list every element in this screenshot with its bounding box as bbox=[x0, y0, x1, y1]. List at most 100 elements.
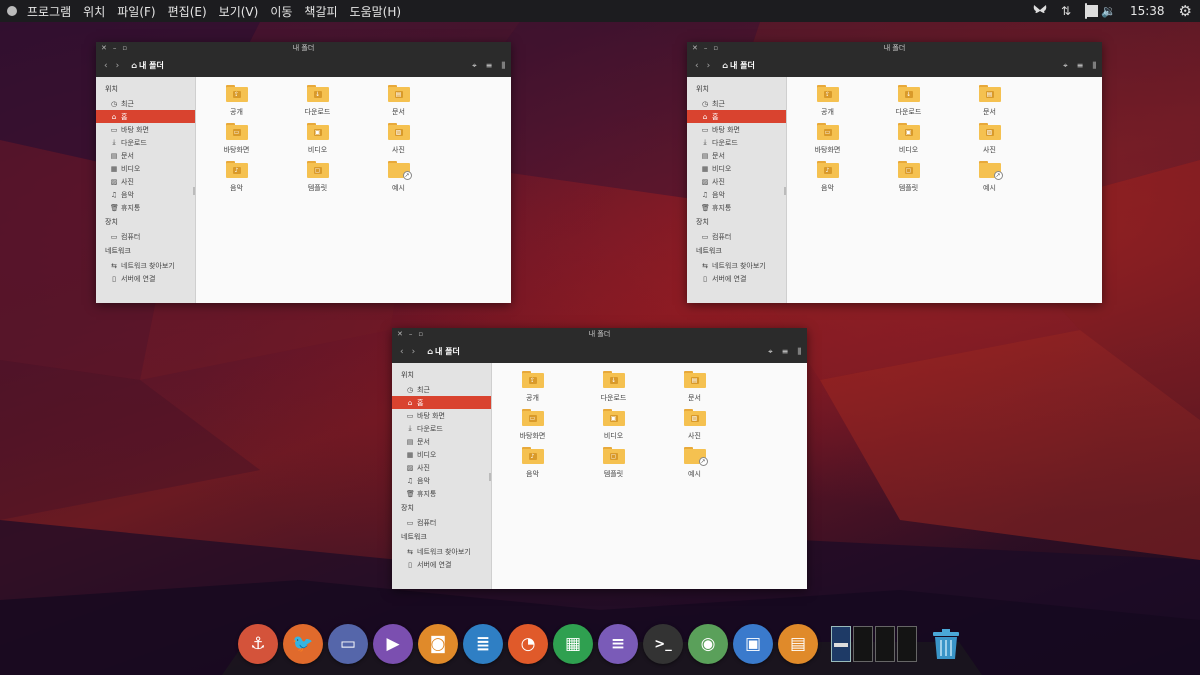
sidebar-item[interactable]: ▭ 바탕 화면 bbox=[687, 123, 786, 136]
breadcrumb[interactable]: ⌂ 내 폴더 bbox=[722, 60, 755, 71]
sidebar-item[interactable]: ◷ 최근 bbox=[96, 97, 195, 110]
folder-item[interactable]: ▭ 바탕화면 bbox=[196, 123, 277, 155]
sidebar-item[interactable]: ▤ 문서 bbox=[687, 149, 786, 162]
location-icon[interactable]: ⌖ bbox=[472, 61, 477, 71]
forward-icon[interactable]: › bbox=[703, 61, 715, 71]
menu-help[interactable]: 도움말(H) bbox=[344, 3, 408, 20]
sidebar-item[interactable]: ⇆ 네트워크 찾아보기 bbox=[96, 259, 195, 272]
folder-item[interactable]: ♪ 음악 bbox=[196, 161, 277, 193]
close-icon[interactable]: ✕ bbox=[101, 44, 107, 52]
folder-item[interactable]: ▣ 비디오 bbox=[573, 409, 654, 441]
location-icon[interactable]: ⌖ bbox=[768, 347, 773, 357]
menu-places[interactable]: 위치 bbox=[77, 3, 111, 20]
sidebar-item[interactable]: 🗑 휴지통 bbox=[392, 487, 491, 500]
workspace-3[interactable] bbox=[875, 626, 895, 662]
maximize-icon[interactable]: ▫ bbox=[418, 330, 423, 338]
folder-item[interactable]: ↓ 다운로드 bbox=[868, 85, 949, 117]
folder-item[interactable]: ▢ 템플릿 bbox=[277, 161, 358, 193]
sidebar-scrollbar[interactable] bbox=[193, 187, 195, 195]
battery-icon[interactable] bbox=[1085, 3, 1099, 19]
network-arrows-icon[interactable]: ⇅ bbox=[1061, 4, 1071, 18]
butterfly-icon[interactable] bbox=[1033, 4, 1047, 19]
volume-icon[interactable]: 🔉 bbox=[1101, 4, 1116, 18]
sidebar-item[interactable]: ▭ 컴퓨터 bbox=[392, 516, 491, 529]
trash-icon[interactable] bbox=[926, 624, 966, 664]
speaker-app-icon[interactable]: ◙ bbox=[418, 624, 458, 664]
document-viewer-icon[interactable]: ≡ bbox=[598, 624, 638, 664]
menu-go[interactable]: 이동 bbox=[264, 3, 298, 20]
sidebar-item[interactable]: 🗑 휴지통 bbox=[96, 201, 195, 214]
back-icon[interactable]: ‹ bbox=[100, 61, 112, 71]
text-editor-icon[interactable]: ≣ bbox=[463, 624, 503, 664]
menu-bookmarks[interactable]: 책갈피 bbox=[298, 3, 343, 20]
folder-item[interactable]: ▤ 문서 bbox=[358, 85, 439, 117]
folder-item[interactable]: ♪ 음악 bbox=[787, 161, 868, 193]
sidebar-item[interactable]: ▭ 컴퓨터 bbox=[96, 230, 195, 243]
sidebar-item[interactable]: ⌂ 홈 bbox=[96, 110, 195, 123]
sidebar-item[interactable]: ⤓ 다운로드 bbox=[96, 136, 195, 149]
folder-item[interactable]: ↗ 예시 bbox=[358, 161, 439, 193]
workspace-4[interactable] bbox=[897, 626, 917, 662]
sidebar-item[interactable]: ▦ 비디오 bbox=[687, 162, 786, 175]
settings-gear-icon[interactable]: ⚙ bbox=[1179, 2, 1192, 20]
minimize-icon[interactable]: – bbox=[409, 330, 413, 338]
folder-item[interactable]: ▨ 사진 bbox=[358, 123, 439, 155]
sidebar-item[interactable]: ⌂ 홈 bbox=[392, 396, 491, 409]
folder-item[interactable]: ⇪ 공개 bbox=[196, 85, 277, 117]
sidebar-item[interactable]: ▤ 문서 bbox=[392, 435, 491, 448]
sidebar-item[interactable]: ▨ 사진 bbox=[392, 461, 491, 474]
sidebar-item[interactable]: ⌂ 홈 bbox=[687, 110, 786, 123]
sidebar-item[interactable]: ⤓ 다운로드 bbox=[392, 422, 491, 435]
sidebar-item[interactable]: ♫ 음악 bbox=[96, 188, 195, 201]
twitter-app-icon[interactable]: 🐦 bbox=[283, 624, 323, 664]
sidebar-item[interactable]: ▯ 서버에 연결 bbox=[392, 558, 491, 571]
anchor-app-icon[interactable]: ⚓ bbox=[238, 624, 278, 664]
close-icon[interactable]: ✕ bbox=[397, 330, 403, 338]
breadcrumb[interactable]: ⌂ 내 폴더 bbox=[427, 346, 460, 357]
workspace-2[interactable] bbox=[853, 626, 873, 662]
folder-item[interactable]: ↗ 예시 bbox=[949, 161, 1030, 193]
maximize-icon[interactable]: ▫ bbox=[122, 44, 127, 52]
sidebar-item[interactable]: ◷ 최근 bbox=[687, 97, 786, 110]
grid-view-icon[interactable]: ⫼ bbox=[797, 347, 801, 357]
folder-item[interactable]: ▨ 사진 bbox=[949, 123, 1030, 155]
folder-item[interactable]: ⇪ 공개 bbox=[787, 85, 868, 117]
sidebar-item[interactable]: ▯ 서버에 연결 bbox=[687, 272, 786, 285]
software-center-icon[interactable]: ▤ bbox=[778, 624, 818, 664]
grid-view-icon[interactable]: ⫼ bbox=[1092, 61, 1096, 71]
back-icon[interactable]: ‹ bbox=[396, 347, 408, 357]
back-icon[interactable]: ‹ bbox=[691, 61, 703, 71]
folder-item[interactable]: ▣ 비디오 bbox=[277, 123, 358, 155]
folder-item[interactable]: ↓ 다운로드 bbox=[277, 85, 358, 117]
folder-item[interactable]: ▭ 바탕화면 bbox=[787, 123, 868, 155]
sidebar-item[interactable]: ▦ 비디오 bbox=[392, 448, 491, 461]
breadcrumb[interactable]: ⌂ 내 폴더 bbox=[131, 60, 164, 71]
sidebar-item[interactable]: ♫ 음악 bbox=[392, 474, 491, 487]
folder-item[interactable]: ▤ 문서 bbox=[949, 85, 1030, 117]
sidebar-item[interactable]: ▨ 사진 bbox=[96, 175, 195, 188]
sidebar-item[interactable]: ⇆ 네트워크 찾아보기 bbox=[392, 545, 491, 558]
presentation-app-icon[interactable]: ◔ bbox=[508, 624, 548, 664]
list-view-icon[interactable]: ≡ bbox=[486, 61, 493, 71]
workspace-1[interactable] bbox=[831, 626, 851, 662]
sidebar-item[interactable]: ▭ 바탕 화면 bbox=[392, 409, 491, 422]
clock[interactable]: 15:38 bbox=[1130, 4, 1165, 18]
sidebar-scrollbar[interactable] bbox=[784, 187, 786, 195]
folder-item[interactable]: ▨ 사진 bbox=[654, 409, 735, 441]
list-view-icon[interactable]: ≡ bbox=[1077, 61, 1084, 71]
sidebar-item[interactable]: ▭ 컴퓨터 bbox=[687, 230, 786, 243]
forward-icon[interactable]: › bbox=[112, 61, 124, 71]
grid-view-icon[interactable]: ⫼ bbox=[501, 61, 505, 71]
archive-app-icon[interactable]: ▣ bbox=[733, 624, 773, 664]
sidebar-item[interactable]: ♫ 음악 bbox=[687, 188, 786, 201]
close-icon[interactable]: ✕ bbox=[692, 44, 698, 52]
sidebar-scrollbar[interactable] bbox=[489, 473, 491, 481]
settings-toggle-icon[interactable]: ◉ bbox=[688, 624, 728, 664]
sidebar-item[interactable]: ⤓ 다운로드 bbox=[687, 136, 786, 149]
menu-edit[interactable]: 편집(E) bbox=[162, 3, 213, 20]
location-icon[interactable]: ⌖ bbox=[1063, 61, 1068, 71]
folder-item[interactable]: ⇪ 공개 bbox=[492, 371, 573, 403]
sidebar-item[interactable]: ▯ 서버에 연결 bbox=[96, 272, 195, 285]
folder-item[interactable]: ♪ 음악 bbox=[492, 447, 573, 479]
sidebar-item[interactable]: 🗑 휴지통 bbox=[687, 201, 786, 214]
